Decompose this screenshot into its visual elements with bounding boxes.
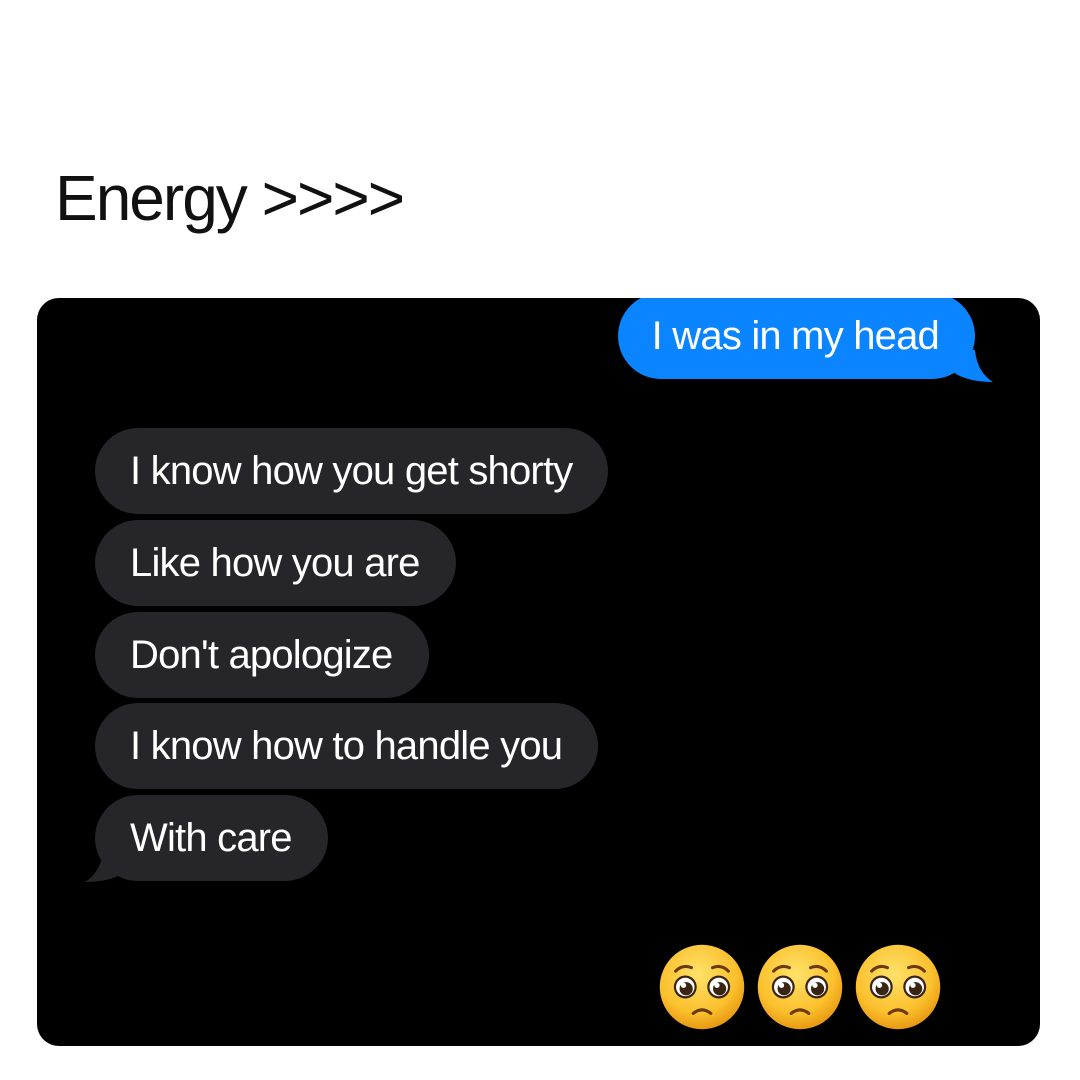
message-text: Like how you are (130, 540, 420, 585)
caption: Energy >>>> (55, 162, 405, 234)
received-bubble-tail (85, 850, 131, 882)
sent-message-bubble[interactable]: I was in my head (617, 298, 975, 379)
message-thread[interactable]: I was in my head I know how you get shor… (37, 298, 1040, 1046)
received-message-bubble[interactable]: Like how you are (95, 520, 456, 606)
received-message-bubble[interactable]: I know how you get shorty (95, 428, 609, 514)
pleading-face-icon (855, 944, 941, 1030)
message-text: I was in my head (651, 313, 940, 358)
message-text: I know how to handle you (130, 723, 563, 768)
emoji-message[interactable] (658, 943, 942, 1031)
pleading-face-icon (659, 944, 745, 1030)
received-message-bubble[interactable]: Don't apologize (95, 612, 429, 698)
sent-bubble-tail (947, 350, 993, 382)
received-message-bubble[interactable]: I know how to handle you (95, 703, 599, 789)
message-text: Don't apologize (130, 632, 393, 677)
message-text: With care (130, 815, 293, 860)
message-text: I know how you get shorty (130, 448, 573, 493)
pleading-face-icon (757, 944, 843, 1030)
